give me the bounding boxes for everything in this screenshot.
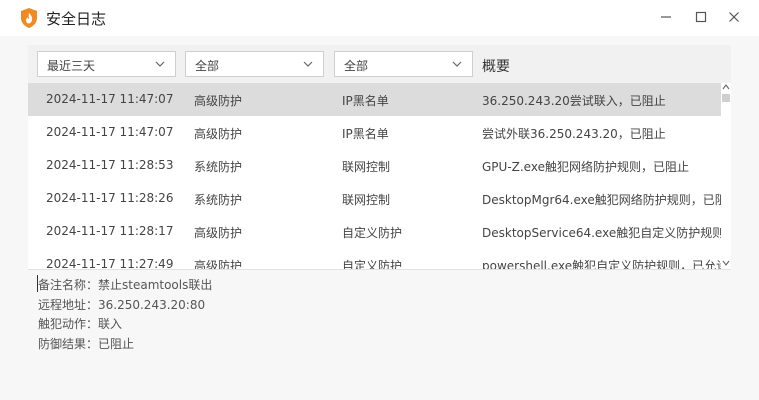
shield-flame-icon <box>21 8 37 28</box>
log-time: 2024-11-17 11:28:26 <box>46 191 174 205</box>
window-title: 安全日志 <box>46 10 107 28</box>
close-icon <box>729 12 739 22</box>
maximize-icon <box>695 11 707 23</box>
time-range-value: 最近三天 <box>47 59 96 73</box>
divider <box>28 269 731 270</box>
log-list: 2024-11-17 11:47:07 高级防护 IP黑名单 36.250.24… <box>28 83 731 269</box>
log-summary: powershell.exe触犯自定义防护规则，已允许 <box>482 259 721 269</box>
detail-remote-address: 远程地址：36.250.243.20:80 <box>38 297 206 312</box>
log-row[interactable]: 2024-11-17 11:47:07 高级防护 IP黑名单 尝试外联36.25… <box>28 116 721 149</box>
log-time: 2024-11-17 11:47:07 <box>46 92 174 106</box>
log-category: 高级防护 <box>194 259 243 269</box>
log-summary: DesktopService64.exe触犯自定义防护规则，已阻止 <box>482 226 721 240</box>
type-value: 全部 <box>344 59 369 73</box>
log-summary: GPU-Z.exe触犯网络防护规则，已阻止 <box>482 160 689 174</box>
log-time: 2024-11-17 11:47:07 <box>46 125 174 139</box>
category-dropdown[interactable]: 全部 <box>185 51 324 77</box>
scroll-up-icon[interactable] <box>722 83 730 91</box>
log-time: 2024-11-17 11:28:53 <box>46 158 174 172</box>
maximize-button[interactable] <box>692 8 710 26</box>
log-type: 联网控制 <box>342 193 391 207</box>
detail-result: 防御结果：已阻止 <box>38 336 135 351</box>
log-summary: 尝试外联36.250.243.20，已阻止 <box>482 127 666 141</box>
filter-bar: 最近三天 全部 全部 概要 <box>28 45 731 83</box>
detail-action: 触犯动作：联入 <box>38 317 123 331</box>
chevron-down-icon <box>155 61 165 67</box>
time-range-dropdown[interactable]: 最近三天 <box>37 51 176 77</box>
log-category: 高级防护 <box>194 127 243 141</box>
log-category: 系统防护 <box>194 160 243 174</box>
category-value: 全部 <box>195 59 220 73</box>
log-time: 2024-11-17 11:27:49 <box>46 257 174 269</box>
minimize-button[interactable] <box>657 8 675 26</box>
log-type: IP黑名单 <box>342 94 389 108</box>
scroll-down-icon[interactable] <box>722 259 730 267</box>
log-row[interactable]: 2024-11-17 11:28:26 系统防护 联网控制 DesktopMgr… <box>28 182 721 215</box>
minimize-icon <box>661 16 671 18</box>
detail-panel: 备注名称：禁止steamtools联出 远程地址：36.250.243.20:8… <box>38 276 212 354</box>
scrollbar[interactable] <box>721 83 731 269</box>
log-type: IP黑名单 <box>342 127 389 141</box>
detail-rule-name: 备注名称：禁止steamtools联出 <box>38 278 213 292</box>
type-dropdown[interactable]: 全部 <box>334 51 473 77</box>
log-time: 2024-11-17 11:28:17 <box>46 224 174 238</box>
summary-column-header: 概要 <box>482 59 510 75</box>
log-type: 自定义防护 <box>342 259 403 269</box>
chevron-down-icon <box>452 61 462 67</box>
log-row[interactable]: 2024-11-17 11:28:53 系统防护 联网控制 GPU-Z.exe触… <box>28 149 721 182</box>
log-category: 系统防护 <box>194 193 243 207</box>
log-row[interactable]: 2024-11-17 11:28:17 高级防护 自定义防护 DesktopSe… <box>28 215 721 248</box>
log-type: 自定义防护 <box>342 226 403 240</box>
log-category: 高级防护 <box>194 94 243 108</box>
scrollbar-thumb[interactable] <box>722 94 730 102</box>
log-category: 高级防护 <box>194 226 243 240</box>
log-summary: 36.250.243.20尝试联入，已阻止 <box>482 94 666 108</box>
log-row[interactable]: 2024-11-17 11:27:49 高级防护 自定义防护 powershel… <box>28 248 721 269</box>
log-type: 联网控制 <box>342 160 391 174</box>
log-row[interactable]: 2024-11-17 11:47:07 高级防护 IP黑名单 36.250.24… <box>28 83 721 116</box>
chevron-down-icon <box>303 61 313 67</box>
close-button[interactable] <box>725 8 743 26</box>
log-summary: DesktopMgr64.exe触犯网络防护规则，已阻止 <box>482 193 721 207</box>
title-bar: 安全日志 <box>0 0 759 36</box>
